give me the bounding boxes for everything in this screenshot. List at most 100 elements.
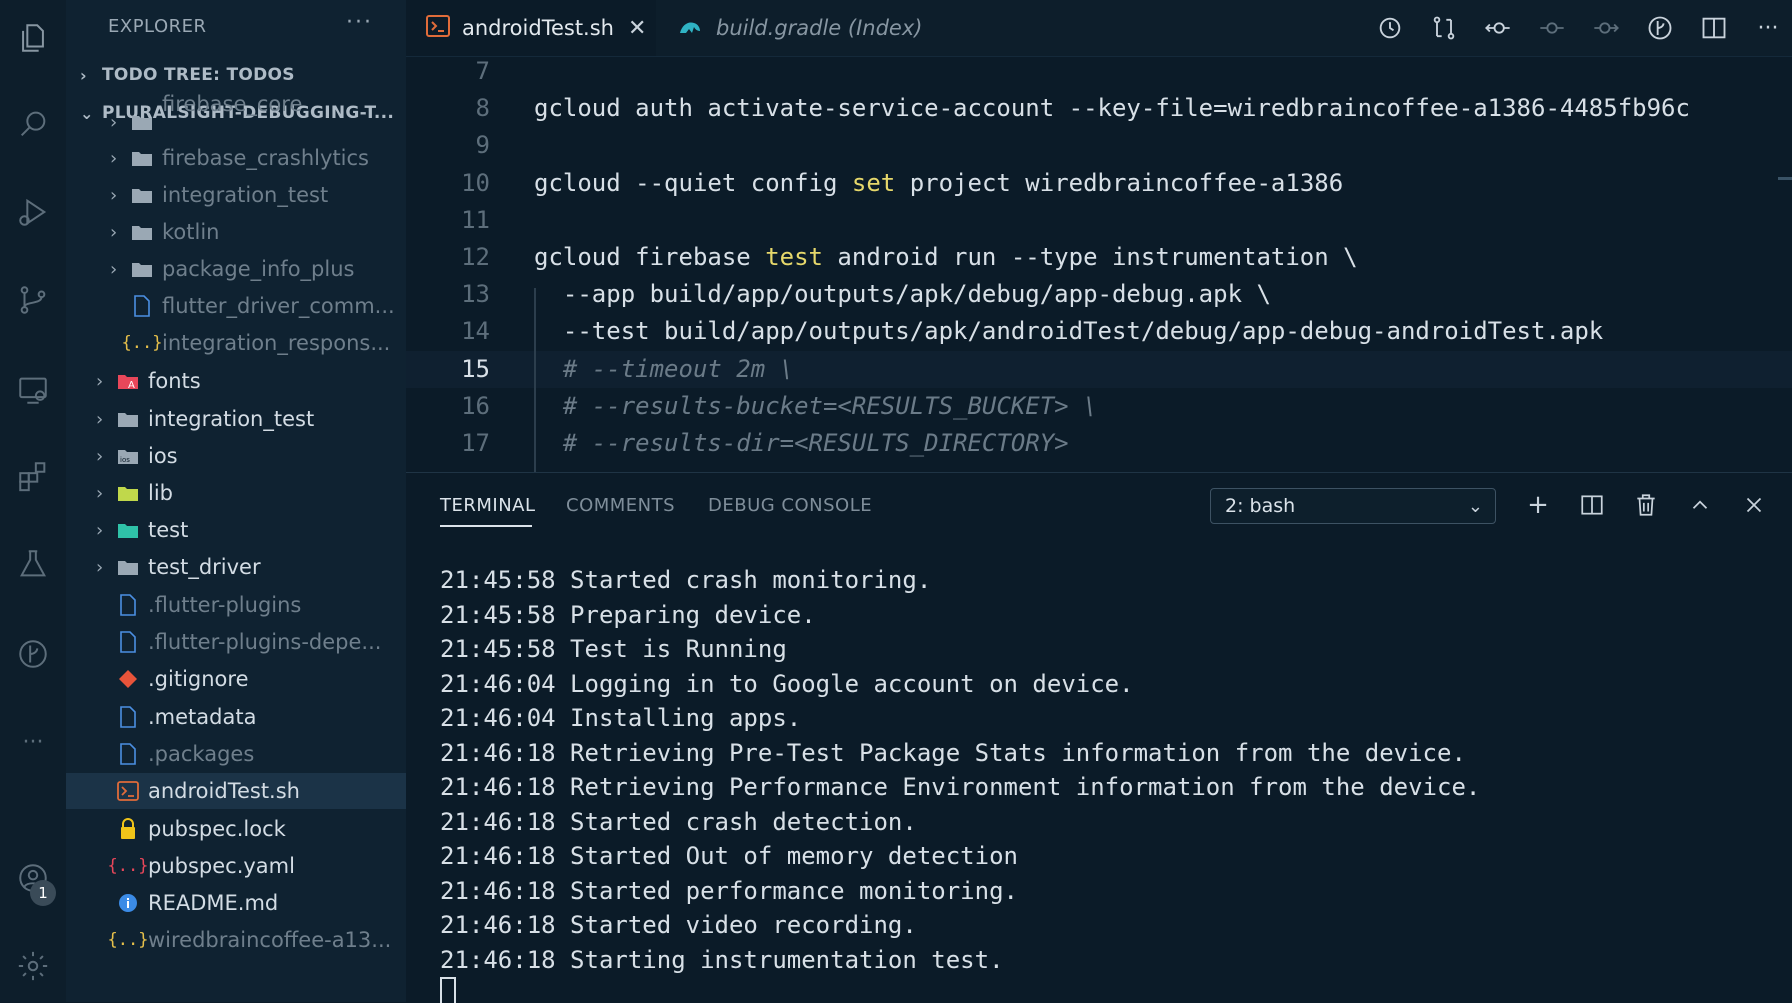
code-line[interactable]: 12 gcloud firebase test android run --typ…: [406, 239, 1792, 276]
scrollbar-marker[interactable]: [1778, 177, 1792, 180]
tree-item-label: README.md: [148, 891, 279, 915]
comment-token: # --results-bucket=<RESULTS_BUCKET> \: [534, 391, 1098, 420]
tree-file[interactable]: .packages: [66, 736, 406, 772]
tree-folder[interactable]: › integration_test: [66, 401, 406, 437]
code-token: gcloud --quiet config: [534, 168, 852, 197]
code-line[interactable]: 7: [406, 57, 1792, 90]
explorer-more-button[interactable]: ···: [346, 10, 373, 35]
comment-token: # --timeout 2m \: [534, 354, 795, 383]
tab-comments[interactable]: COMMENTS: [566, 495, 675, 516]
terminal-line: 21:45:58 Test is Running: [440, 635, 787, 663]
tree-folder[interactable]: › package_info_plus: [66, 251, 406, 287]
code-line[interactable]: 14 --test build/app/outputs/apk/androidT…: [406, 313, 1792, 350]
file-icon: [116, 593, 140, 617]
code-token: --app build/app/outputs/apk/debug/app-de…: [534, 280, 1271, 309]
close-panel-icon[interactable]: [1738, 489, 1770, 521]
terminal-line: 21:45:58 Started crash monitoring.: [440, 566, 932, 594]
code-line[interactable]: 17 # --results-dir=<RESULTS_DIRECTORY>: [406, 425, 1792, 462]
todo-tree-section[interactable]: › TODO TREE: TODOS: [80, 60, 295, 90]
commit-icon[interactable]: [1536, 12, 1568, 44]
split-editor-icon[interactable]: [1698, 12, 1730, 44]
code-line[interactable]: 16 # --results-bucket=<RESULTS_BUCKET> \: [406, 388, 1792, 425]
more-icon[interactable]: ···: [13, 722, 53, 762]
tab-terminal[interactable]: TERMINAL: [440, 495, 536, 516]
terminal-select-value: 2: bash: [1225, 495, 1296, 517]
gitlens-inspect-icon[interactable]: [1644, 12, 1676, 44]
tab-androidtest-sh[interactable]: androidTest.sh ✕: [406, 0, 656, 56]
tree-file[interactable]: {..} integration_respons...: [66, 325, 406, 361]
tree-folder[interactable]: › firebase_crashlytics: [66, 140, 406, 176]
previous-revision-icon[interactable]: [1482, 12, 1514, 44]
settings-gear-icon[interactable]: [13, 946, 53, 986]
code-line[interactable]: 11: [406, 202, 1792, 239]
code-line[interactable]: 9: [406, 127, 1792, 164]
compare-changes-icon[interactable]: [1428, 12, 1460, 44]
lock-icon: [116, 817, 140, 841]
tree-folder[interactable]: › Afonts: [66, 363, 406, 399]
code-editor[interactable]: 7 8 gcloud auth activate-service-account -…: [406, 57, 1792, 472]
tree-folder[interactable]: › test: [66, 512, 406, 548]
terminal-line: 21:45:58 Preparing device.: [440, 600, 816, 629]
source-control-icon[interactable]: [13, 280, 53, 320]
split-terminal-icon[interactable]: [1576, 489, 1608, 521]
chevron-right-icon: ›: [96, 370, 104, 392]
maximize-panel-icon[interactable]: [1684, 489, 1716, 521]
tree-item-label: ios: [148, 444, 178, 468]
tree-file[interactable]: flutter_driver_comm...: [66, 288, 406, 324]
tree-file[interactable]: androidTest.sh: [66, 773, 406, 809]
gradle-icon: [678, 15, 704, 42]
tree-file[interactable]: .metadata: [66, 699, 406, 735]
tree-file[interactable]: .gitignore: [66, 661, 406, 697]
line-number: 15: [461, 354, 490, 383]
tree-folder[interactable]: › lib: [66, 475, 406, 511]
tree-folder[interactable]: › kotlin: [66, 214, 406, 250]
tree-item-label: test_driver: [148, 555, 261, 579]
extensions-icon[interactable]: [13, 456, 53, 496]
gitlens-icon[interactable]: [13, 634, 53, 674]
code-line[interactable]: 8 gcloud auth activate-service-account --…: [406, 90, 1792, 127]
shell-icon: [426, 14, 450, 42]
next-revision-icon[interactable]: [1590, 12, 1622, 44]
tree-folder[interactable]: › firebase_core: [66, 92, 406, 140]
terminal-output[interactable]: 21:45:58 Started crash monitoring. 21:45:…: [440, 563, 1770, 977]
tree-file[interactable]: pubspec.lock: [66, 811, 406, 847]
comment-token: # --results-dir=<RESULTS_DIRECTORY>: [534, 429, 1069, 457]
tree-file[interactable]: .flutter-plugins-depe...: [66, 624, 406, 660]
code-token: project wiredbraincoffee-a1386: [895, 168, 1344, 197]
trash-icon[interactable]: [1630, 489, 1662, 521]
testing-icon[interactable]: [13, 544, 53, 584]
tree-file[interactable]: {..} wiredbraincoffee-a13...: [66, 922, 406, 958]
terminal-select[interactable]: 2: bash ⌄: [1210, 488, 1496, 524]
more-actions-icon[interactable]: ···: [1752, 12, 1784, 44]
tab-build-gradle[interactable]: build.gradle (Index): [656, 0, 946, 56]
tab-debug-console[interactable]: DEBUG CONSOLE: [708, 495, 872, 516]
line-number: 11: [461, 205, 490, 234]
code-line[interactable]: 13 --app build/app/outputs/apk/debug/app…: [406, 276, 1792, 313]
tree-folder[interactable]: › test_driver: [66, 549, 406, 585]
new-terminal-icon[interactable]: +: [1522, 489, 1554, 521]
tree-file[interactable]: README.md: [66, 885, 406, 921]
timeline-history-icon[interactable]: [1374, 12, 1406, 44]
run-debug-icon[interactable]: [13, 192, 53, 232]
keyword-token: set: [851, 168, 896, 197]
tree-item-label: wiredbraincoffee-a13...: [148, 928, 392, 952]
remote-explorer-icon[interactable]: [13, 370, 53, 410]
code-text: # --results-bucket=<RESULTS_BUCKET> \: [534, 388, 1098, 425]
terminal-line: 21:46:18 Retrieving Performance Environm…: [440, 773, 1481, 801]
tree-item-label: integration_respons...: [162, 331, 391, 355]
code-line[interactable]: 15 # --timeout 2m \: [406, 350, 1792, 388]
code-line[interactable]: 10 gcloud --quiet config set project wire…: [406, 165, 1792, 202]
tree-file[interactable]: {..} pubspec.yaml: [66, 848, 406, 884]
file-icon: [116, 742, 140, 766]
search-icon[interactable]: [13, 104, 53, 144]
tree-folder[interactable]: › ios ios: [66, 438, 406, 474]
line-number: 14: [461, 317, 490, 346]
editor-tab-bar: androidTest.sh ✕ build.gradle (Index) ··…: [406, 0, 1792, 57]
tree-item-label: .flutter-plugins: [148, 593, 302, 617]
explorer-icon[interactable]: [13, 18, 53, 58]
chevron-right-icon: ›: [80, 65, 87, 85]
tree-file[interactable]: .flutter-plugins: [66, 587, 406, 623]
tree-folder[interactable]: › integration_test: [66, 177, 406, 213]
file-icon: [116, 630, 140, 654]
close-icon[interactable]: ✕: [628, 16, 646, 41]
